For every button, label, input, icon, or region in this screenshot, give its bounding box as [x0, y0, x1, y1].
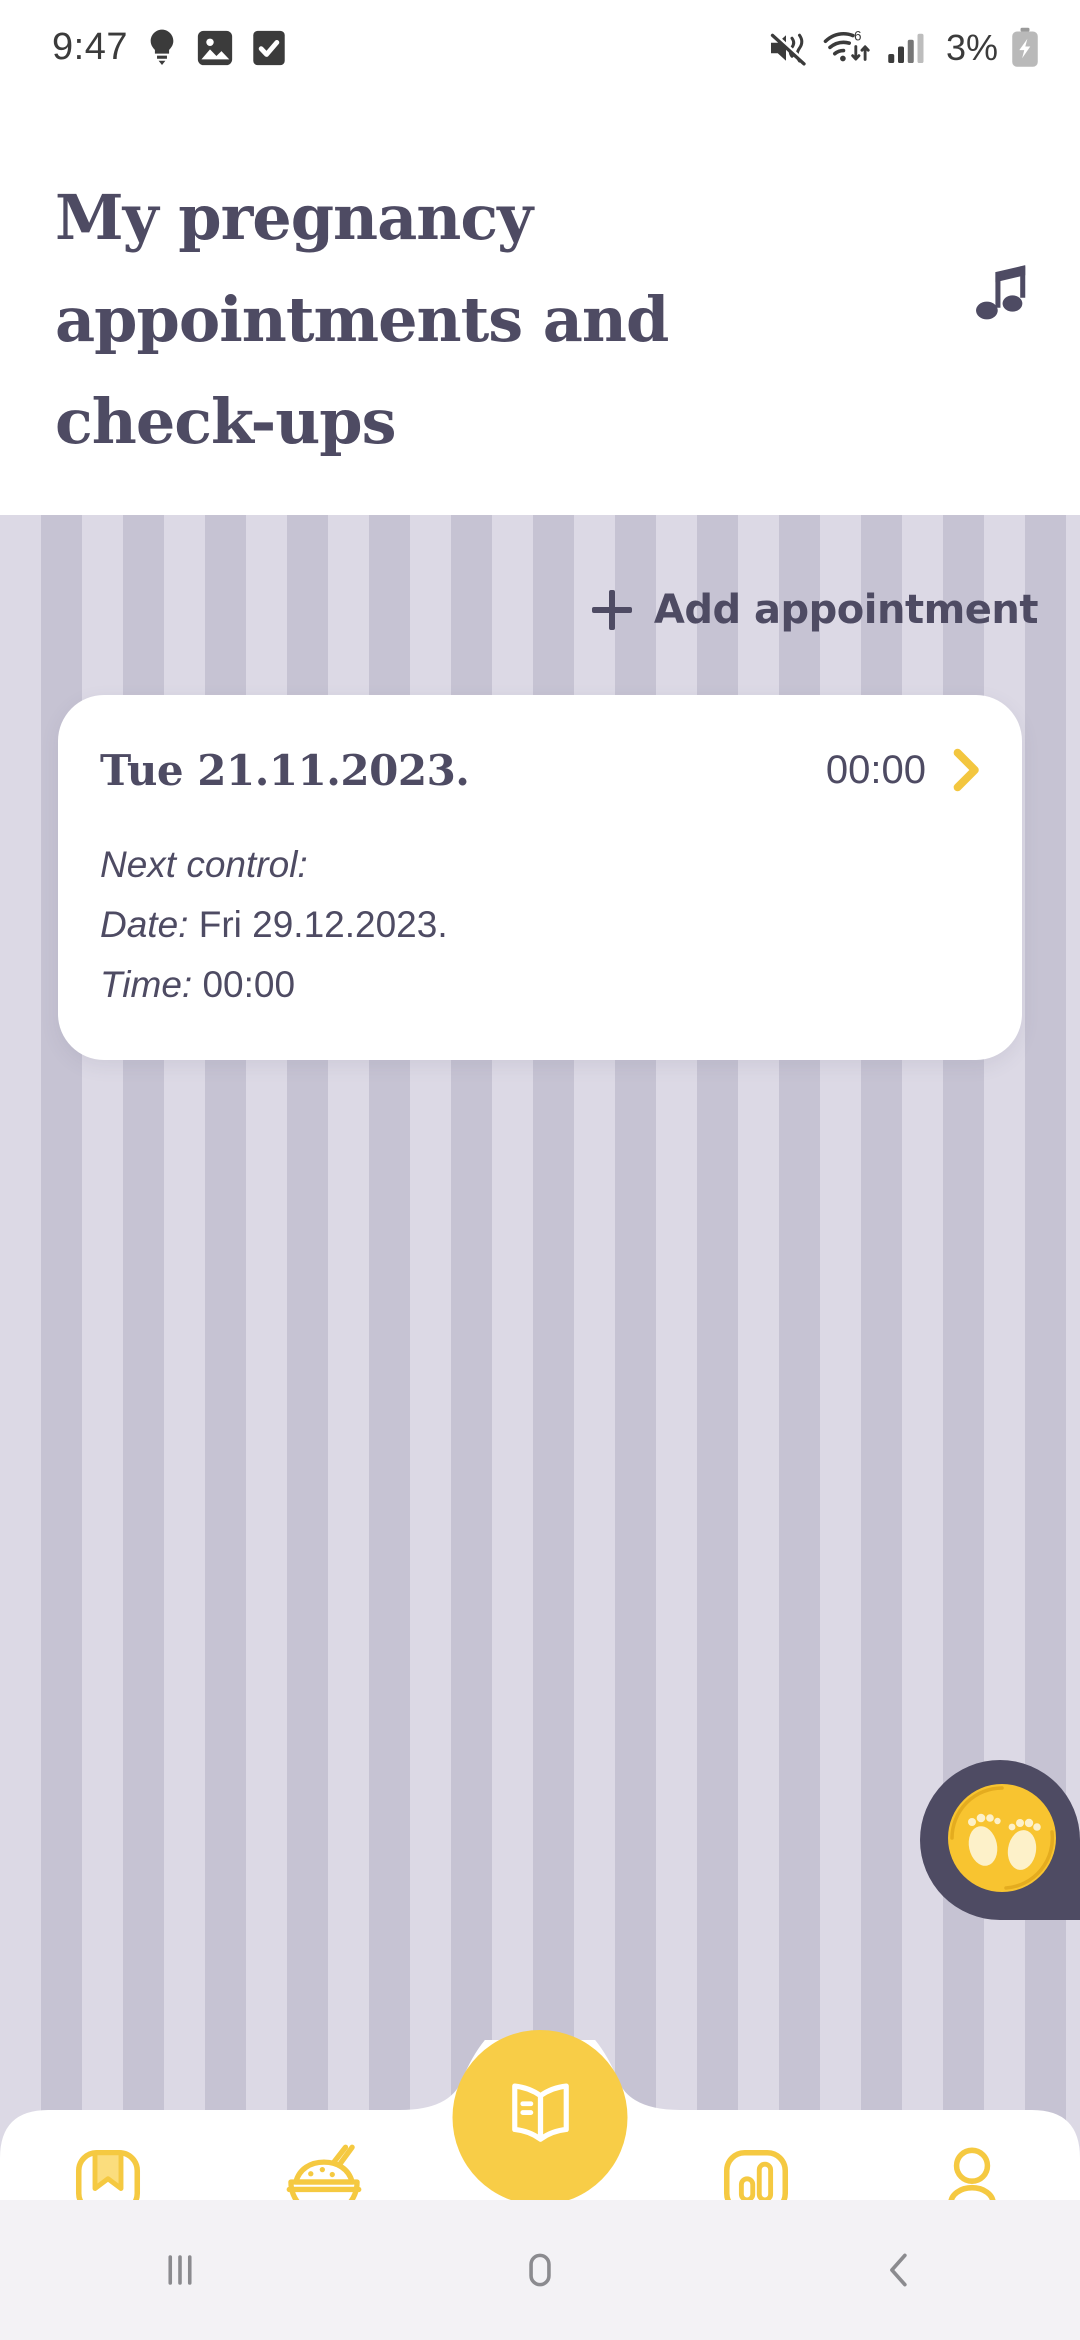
back-icon[interactable] — [720, 2244, 1080, 2296]
svg-text:6: 6 — [854, 28, 862, 43]
appointment-time: 00:00 — [825, 747, 926, 792]
next-time-label: Time: — [100, 964, 193, 1005]
main-content: Add appointment Tue 21.11.2023. 00:00 Ne… — [0, 515, 1080, 2215]
cellular-signal-icon — [886, 28, 928, 68]
recents-icon[interactable] — [0, 2244, 360, 2296]
wifi-6-icon: 6 — [822, 27, 874, 69]
next-time-value: 00:00 — [202, 964, 296, 1005]
next-control-row: Next control: — [100, 835, 982, 895]
diary-fab-button[interactable] — [452, 2030, 628, 2205]
android-navigation-bar — [0, 2200, 1080, 2340]
battery-percent-label: 3% — [945, 26, 998, 68]
page-title-line-3: check-ups — [55, 385, 397, 458]
add-appointment-button[interactable]: Add appointment — [591, 587, 1039, 633]
status-bar: 9:47 6 3% — [0, 0, 1080, 95]
appointment-card-header: Tue 21.11.2023. 00:00 — [100, 739, 982, 801]
appointment-date: Tue 21.11.2023. — [100, 745, 470, 795]
page-header: My pregnancy appointments and check-ups — [0, 95, 1080, 515]
next-control-label: Next control: — [100, 844, 308, 885]
music-note-icon[interactable] — [962, 255, 1042, 335]
lightbulb-icon — [145, 28, 179, 68]
battery-charging-icon — [1010, 27, 1040, 69]
baby-footprints-button[interactable] — [920, 1760, 1080, 1920]
status-bar-clock: 9:47 — [52, 26, 128, 68]
next-date-value: Fri 29.12.2023. — [198, 904, 448, 945]
next-date-row: Date: Fri 29.12.2023. — [100, 895, 982, 955]
page-title-line-1: My pregnancy — [55, 181, 533, 254]
appointment-header-right: 00:00 — [826, 748, 982, 793]
open-book-icon — [501, 2078, 579, 2157]
status-bar-right: 6 3% — [768, 27, 1040, 69]
next-date-label: Date: — [100, 904, 189, 945]
mute-vibrate-icon — [768, 28, 810, 68]
next-time-row: Time: 00:00 — [100, 955, 982, 1015]
plus-icon — [591, 590, 632, 630]
app-screen: 9:47 6 3% My pregnancy appointments and … — [0, 0, 1080, 2340]
page-title: My pregnancy appointments and check-ups — [55, 167, 695, 473]
chevron-right-icon[interactable] — [952, 748, 982, 792]
appointment-card[interactable]: Tue 21.11.2023. 00:00 Next control: Date… — [58, 695, 1022, 1060]
task-checkbox-icon — [251, 28, 287, 68]
page-title-line-2: appointments and — [55, 283, 669, 356]
home-icon[interactable] — [360, 2244, 720, 2296]
status-bar-left: 9:47 — [52, 26, 287, 69]
add-appointment-label: Add appointment — [653, 587, 1039, 633]
image-icon — [196, 28, 234, 68]
appointment-card-body: Next control: Date: Fri 29.12.2023. Time… — [100, 835, 982, 1015]
